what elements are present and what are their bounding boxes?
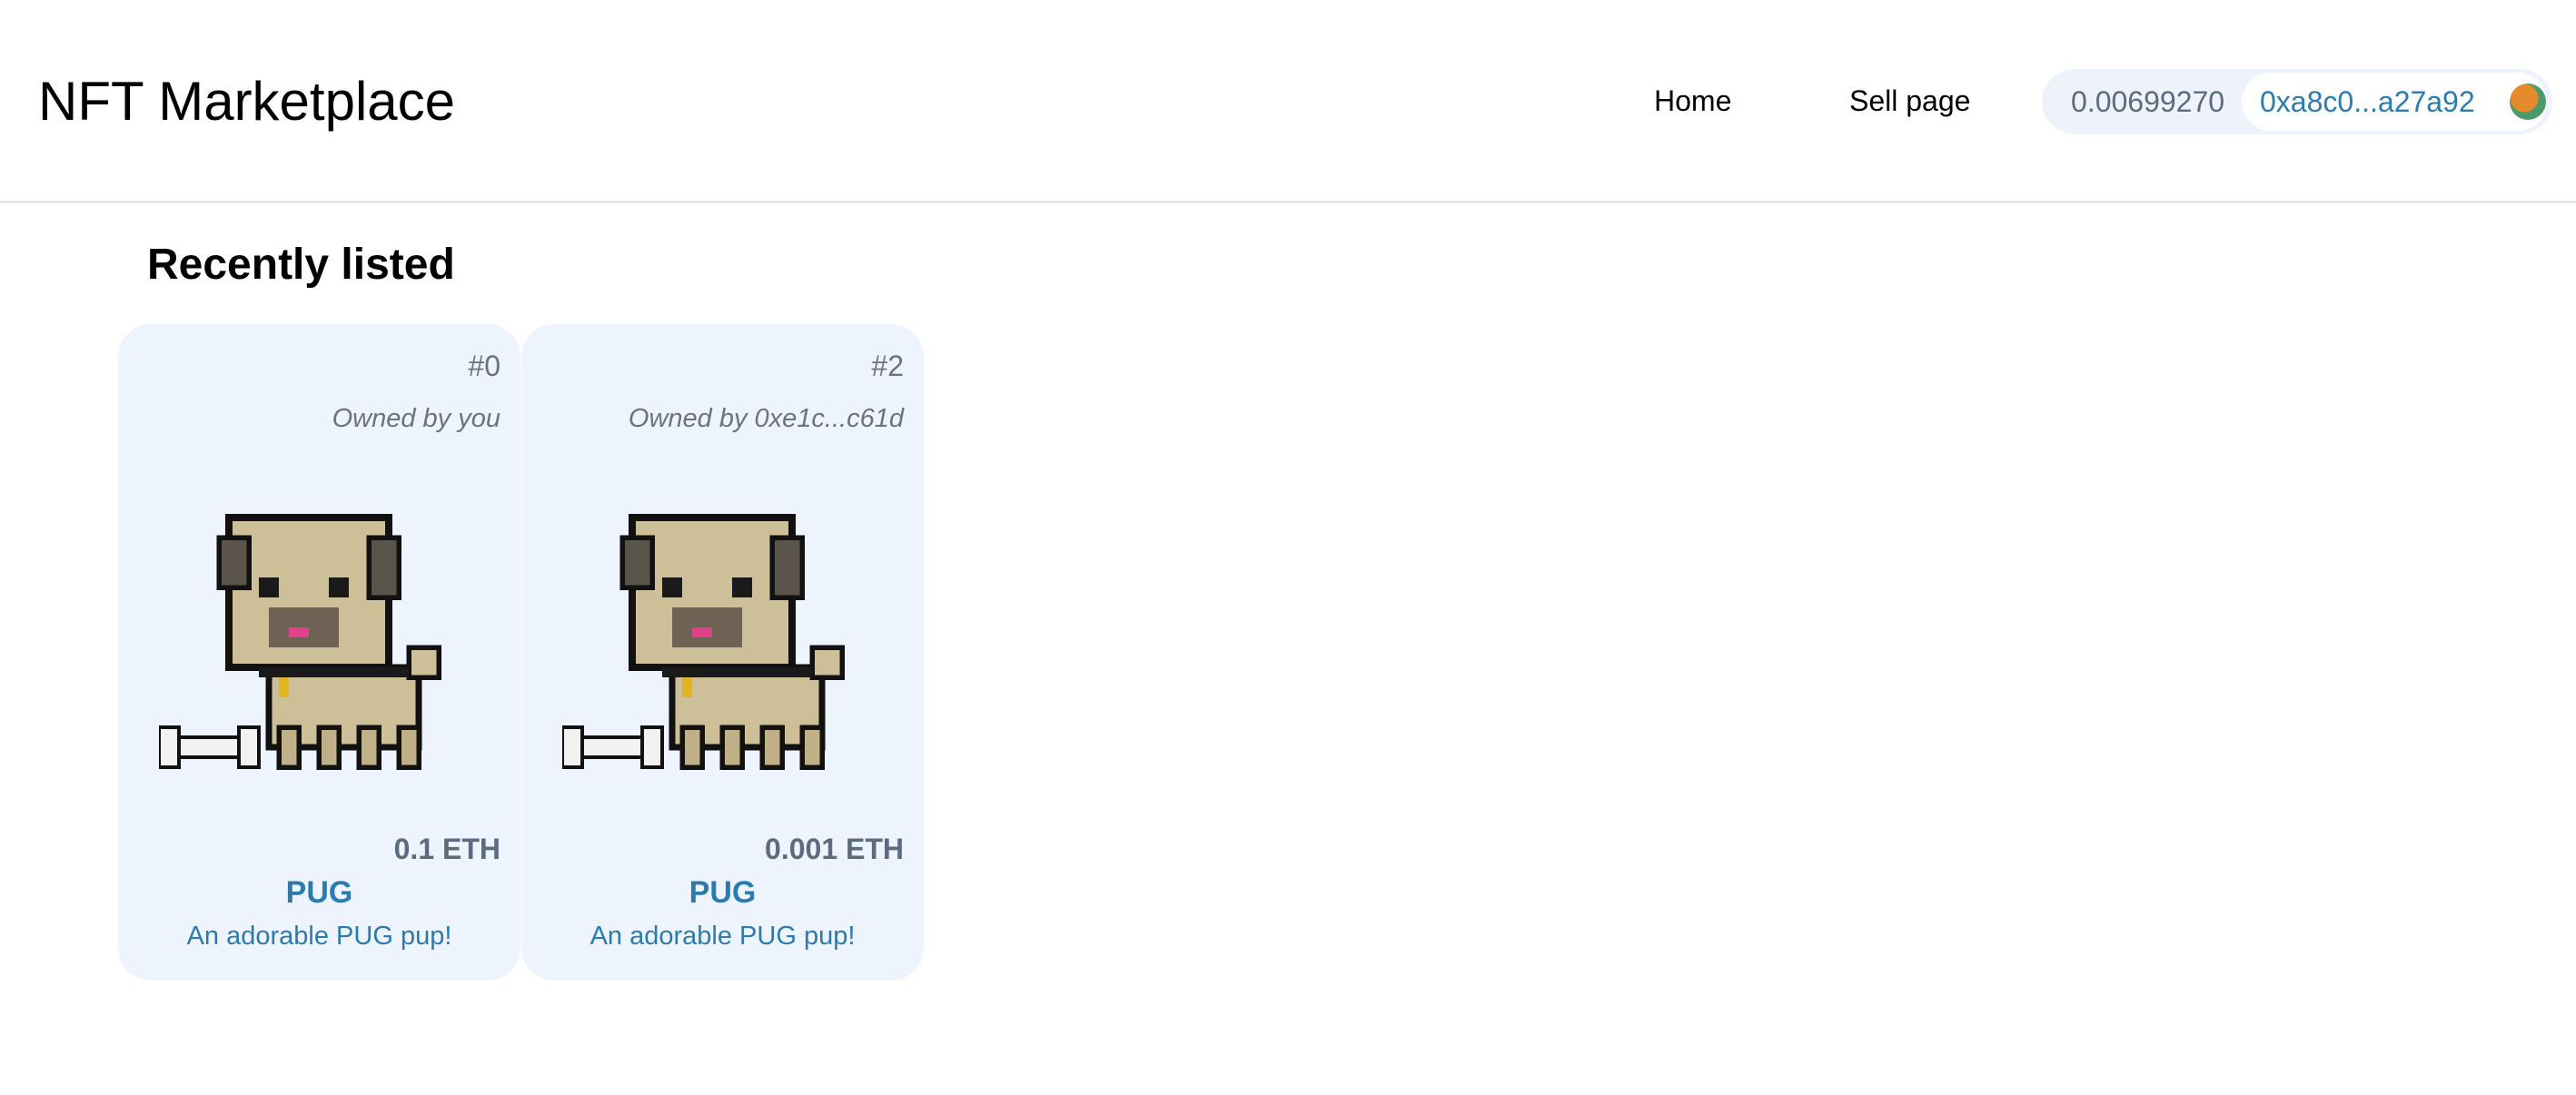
token-id: #0	[468, 350, 500, 382]
nft-description: An adorable PUG pup!	[590, 922, 856, 951]
nft-name: PUG	[285, 875, 353, 910]
wallet-avatar-icon	[2510, 84, 2546, 120]
pug-image-icon	[562, 514, 845, 770]
nav-link-home[interactable]: Home	[1654, 82, 1731, 120]
wallet-balance: 0.00699270	[2071, 85, 2225, 118]
token-id: #2	[871, 350, 904, 382]
wallet-address: 0xa8c0...a27a92	[2260, 85, 2475, 118]
owner-label: Owned by 0xe1c...c61d	[628, 404, 904, 433]
nav-link-sell-page[interactable]: Sell page	[1849, 82, 1970, 120]
nft-card[interactable]: #0 Owned by you 0.1 ETH PUG An adorable …	[118, 324, 520, 981]
owner-label: Owned by you	[332, 404, 500, 433]
wallet-connect-button[interactable]: 0.00699270 0xa8c0...a27a92	[2042, 69, 2552, 134]
wallet-address-pill[interactable]: 0xa8c0...a27a92	[2242, 73, 2547, 131]
nft-name: PUG	[689, 875, 757, 910]
pug-image-icon	[159, 514, 441, 770]
section-title: Recently listed	[147, 241, 455, 289]
nft-price: 0.1 ETH	[393, 833, 500, 865]
top-navbar: NFT Marketplace Home Sell page 0.0069927…	[0, 0, 2576, 203]
nft-description: An adorable PUG pup!	[186, 922, 452, 951]
brand-title[interactable]: NFT Marketplace	[38, 73, 455, 131]
nft-price: 0.001 ETH	[765, 833, 904, 865]
nft-card[interactable]: #2 Owned by 0xe1c...c61d 0.001 ETH PUG A…	[521, 324, 924, 981]
